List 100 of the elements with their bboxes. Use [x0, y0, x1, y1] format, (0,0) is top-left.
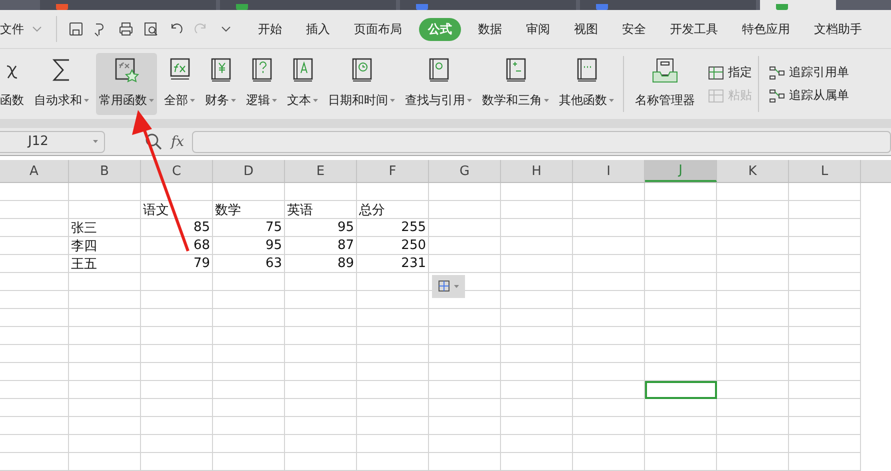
- question-book-icon: [250, 58, 272, 82]
- table-cell: [717, 363, 789, 381]
- table-cell: [717, 309, 789, 327]
- table-cell: [141, 417, 213, 435]
- zoom-icon[interactable]: [145, 132, 163, 150]
- table-cell: [0, 255, 69, 273]
- table-cell: [0, 345, 69, 363]
- table-cell: [69, 435, 141, 453]
- table-cell: [213, 273, 285, 291]
- column-header[interactable]: C: [141, 160, 213, 182]
- document-tab[interactable]: [40, 0, 216, 10]
- ribbon-button[interactable]: 文本: [284, 53, 321, 115]
- caret-icon: [454, 284, 459, 288]
- menu-tab[interactable]: 安全: [622, 18, 646, 40]
- table-cell: [69, 417, 141, 435]
- table-cell: [141, 435, 213, 453]
- ribbon-button[interactable]: 名称管理器: [632, 53, 698, 115]
- column-header[interactable]: G: [429, 160, 501, 182]
- table-cell: [573, 363, 645, 381]
- table-cell: [501, 237, 573, 255]
- table-cell: [285, 399, 357, 417]
- table-cell: [69, 381, 141, 399]
- print-icon[interactable]: [118, 21, 134, 37]
- ribbon-button[interactable]: 全部: [161, 53, 198, 115]
- ribbon-button[interactable]: 日期和时间: [325, 53, 398, 115]
- ribbon-button[interactable]: 财务: [202, 53, 239, 115]
- name-box[interactable]: J12: [0, 130, 105, 152]
- table-cell: 95: [285, 219, 357, 237]
- menu-tab[interactable]: 视图: [574, 18, 598, 40]
- ribbon-button[interactable]: 自动求和: [31, 53, 92, 115]
- table-cell: [141, 363, 213, 381]
- column-header[interactable]: D: [213, 160, 285, 182]
- function-star-icon: [114, 58, 138, 84]
- column-header[interactable]: F: [357, 160, 429, 182]
- table-cell: [717, 435, 789, 453]
- ribbon-button[interactable]: 其他函数: [556, 53, 617, 115]
- document-tab[interactable]: [760, 0, 836, 10]
- menu-tab[interactable]: 特色应用: [742, 18, 790, 40]
- menu-tab[interactable]: 页面布局: [354, 18, 402, 40]
- column-header[interactable]: A: [0, 160, 69, 182]
- ribbon-button[interactable]: 逻辑: [243, 53, 280, 115]
- file-menu[interactable]: 文件: [0, 20, 24, 38]
- menu-tab[interactable]: 插入: [306, 18, 330, 40]
- table-cell: [429, 453, 501, 471]
- ribbon-button[interactable]: 追踪从属单: [767, 87, 851, 104]
- menu-tab[interactable]: 开发工具: [670, 18, 718, 40]
- document-tab[interactable]: [220, 0, 396, 10]
- menu-tab[interactable]: 审阅: [526, 18, 550, 40]
- column-header[interactable]: H: [501, 160, 573, 182]
- currency-book-icon: [210, 58, 232, 82]
- table-cell: [213, 327, 285, 345]
- menu-tab[interactable]: 数据: [478, 18, 502, 40]
- table-cell: [0, 291, 69, 309]
- table-cell: [573, 273, 645, 291]
- table-cell: [429, 435, 501, 453]
- table-cell: [69, 363, 141, 381]
- column-header[interactable]: B: [69, 160, 141, 182]
- table-cell: [501, 273, 573, 291]
- table-cell: [357, 345, 429, 363]
- table-cell: [285, 363, 357, 381]
- ribbon-button[interactable]: 指定: [706, 64, 754, 81]
- table-cell: [789, 363, 861, 381]
- table-cell: [717, 255, 789, 273]
- table-cell: 总分: [357, 201, 429, 219]
- ribbon-button[interactable]: 追踪引用单: [767, 64, 851, 81]
- column-header[interactable]: K: [717, 160, 789, 182]
- table-cell: [501, 381, 573, 399]
- table-cell: [69, 201, 141, 219]
- table-cell: [717, 219, 789, 237]
- table-cell: [357, 417, 429, 435]
- table-cell: [0, 417, 69, 435]
- table-cell: [285, 291, 357, 309]
- save-icon[interactable]: [68, 21, 84, 37]
- ribbon-button[interactable]: 查找与引用: [402, 53, 475, 115]
- column-header[interactable]: L: [789, 160, 861, 182]
- paste-options-button[interactable]: [432, 275, 465, 298]
- table-cell: [69, 273, 141, 291]
- column-header[interactable]: E: [285, 160, 357, 182]
- table-cell: [573, 255, 645, 273]
- print-preview-icon[interactable]: [143, 21, 159, 37]
- ribbon-button[interactable]: 函数: [0, 53, 27, 115]
- insert-function-button[interactable]: fx: [171, 134, 184, 150]
- table-cell: [357, 381, 429, 399]
- table-cell: [0, 219, 69, 237]
- table-cell: [573, 399, 645, 417]
- table-cell: [285, 453, 357, 471]
- ribbon-button[interactable]: 常用函数: [96, 53, 157, 115]
- table-cell: [429, 363, 501, 381]
- table-cell: [789, 255, 861, 273]
- table-cell: 张三: [69, 219, 141, 237]
- table-cell: [789, 435, 861, 453]
- table-cell: [141, 345, 213, 363]
- formula-input[interactable]: [192, 130, 891, 152]
- ribbon-button[interactable]: 数学和三角: [479, 53, 552, 115]
- table-cell: [141, 291, 213, 309]
- menu-tab[interactable]: 文档助手: [814, 18, 862, 40]
- menu-tab[interactable]: 开始: [258, 18, 282, 40]
- table-cell: [285, 309, 357, 327]
- table-cell: [213, 345, 285, 363]
- table-cell: [573, 309, 645, 327]
